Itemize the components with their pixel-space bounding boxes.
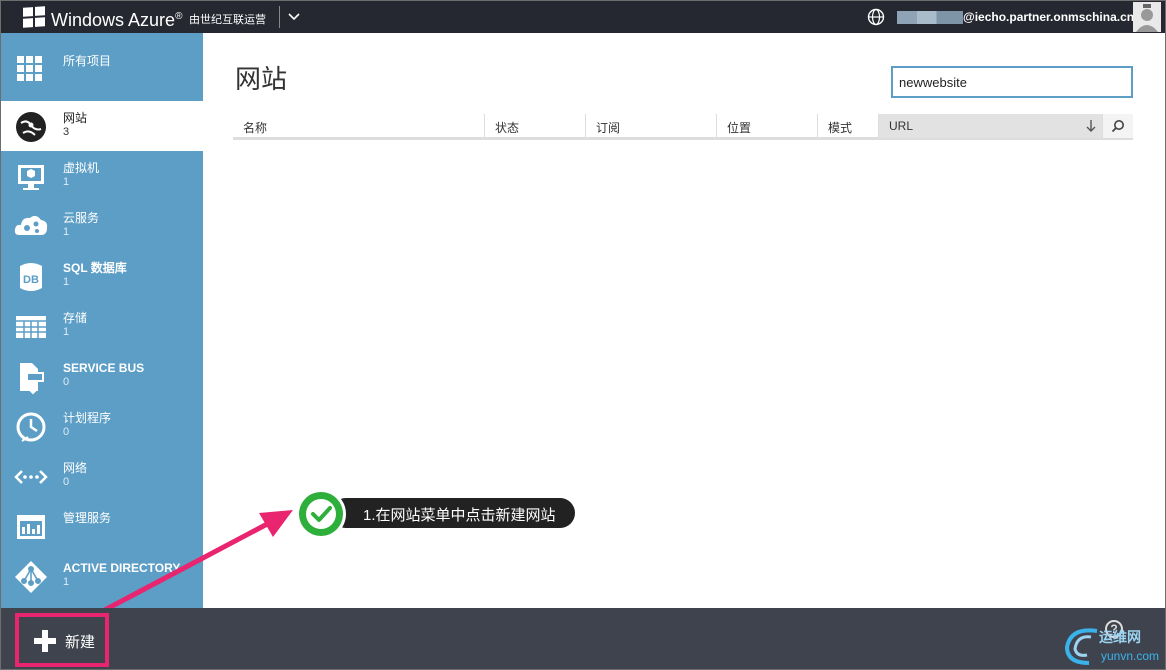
brand-title[interactable]: Windows Azure® — [51, 6, 182, 31]
watermark-title: 运维网 — [1099, 629, 1141, 645]
sidebar-item-virtual-machines[interactable]: 虚拟机 1 — [1, 151, 203, 201]
table-storage-icon — [16, 316, 46, 338]
sidebar-item-label: 存储 — [63, 311, 88, 325]
page-title: 网站 — [235, 64, 288, 94]
column-search-cell[interactable] — [1103, 114, 1133, 138]
network-icon — [14, 470, 48, 484]
sidebar-item-active-directory[interactable]: ACTIVE DIRECTORY 1 — [1, 551, 203, 601]
sidebar-item-count: 1 — [63, 576, 70, 588]
sidebar-item-cloud-services[interactable]: 云服务 1 — [1, 201, 203, 251]
sidebar-item-count: 0 — [63, 476, 70, 488]
sidebar-item-service-bus[interactable]: SERVICE BUS 0 — [1, 351, 203, 401]
sidebar-item-label: SQL 数据库 — [63, 261, 127, 275]
checkmark-icon — [296, 489, 346, 539]
sidebar-item-sql-databases[interactable]: DB SQL 数据库 1 — [1, 251, 203, 301]
search-input[interactable] — [891, 66, 1133, 98]
sort-down-arrow-icon[interactable] — [1086, 119, 1096, 133]
sidebar-item-networks[interactable]: 网络 0 — [1, 451, 203, 501]
sidebar-item-websites[interactable]: 网站 3 — [1, 101, 203, 151]
column-header-subscription[interactable]: 订阅 — [586, 114, 717, 138]
callout-text: 1.在网站菜单中点击新建网站 — [331, 498, 575, 528]
divider — [279, 6, 280, 28]
database-icon: DB — [20, 263, 42, 291]
account-email[interactable]: @iecho.partner.onmschina.cn — [963, 10, 1134, 24]
column-header-location[interactable]: 位置 — [717, 114, 818, 138]
operator-label: 由世纪互联运营 — [189, 14, 266, 26]
azure-portal: Windows Azure® 由世纪互联运营 @iecho.partner.on… — [0, 0, 1166, 670]
sidebar-item-count: 0 — [63, 376, 70, 388]
sidebar-item-count: 3 — [63, 126, 70, 138]
email-redaction — [897, 11, 963, 24]
column-header-name[interactable]: 名称 — [233, 114, 485, 138]
table-header: 名称 状态 订阅 位置 模式 URL — [233, 114, 1133, 140]
grid-icon — [17, 56, 42, 81]
sidebar-item-label: 虚拟机 — [63, 161, 100, 175]
management-icon — [17, 515, 45, 539]
sidebar-item-storage[interactable]: 存储 1 — [1, 301, 203, 351]
avatar[interactable] — [1133, 2, 1161, 32]
new-button[interactable]: 新建 — [15, 613, 109, 667]
plus-icon — [34, 630, 56, 652]
bottom-command-bar: 新建 ? 运维网 yunvn.com — [1, 608, 1165, 669]
sidebar-item-count: 1 — [63, 176, 70, 188]
monitor-icon — [18, 165, 44, 190]
column-header-url[interactable]: URL — [879, 114, 1103, 138]
sidebar-item-all-items[interactable]: 所有项目 — [1, 44, 203, 94]
sidebar-item-count: 1 — [63, 276, 70, 288]
svg-text:DB: DB — [23, 274, 39, 286]
search-icon[interactable] — [1111, 119, 1125, 133]
instruction-callout: 1.在网站菜单中点击新建网站 — [295, 488, 585, 540]
sidebar-item-label: SERVICE BUS — [63, 361, 145, 375]
watermark-swirl-icon — [1064, 628, 1098, 665]
sidebar-item-count: 1 — [63, 226, 70, 238]
service-bus-icon — [20, 363, 44, 395]
sidebar-item-label: 管理服务 — [63, 511, 112, 525]
watermark: 运维网 yunvn.com — [1061, 623, 1165, 669]
sidebar-item-count: 0 — [63, 426, 70, 438]
new-button-label: 新建 — [65, 634, 96, 651]
column-header-status[interactable]: 状态 — [485, 114, 586, 138]
windows-logo-icon — [23, 6, 45, 28]
clock-icon — [16, 412, 46, 442]
sidebar-item-label: 所有项目 — [63, 54, 112, 68]
sidebar-item-label: 网站 — [63, 111, 88, 125]
cloud-gears-icon — [14, 215, 48, 235]
sidebar-item-management-services[interactable]: 管理服务 — [1, 501, 203, 551]
sidebar-item-count: 1 — [63, 326, 70, 338]
sidebar-item-label: ACTIVE DIRECTORY — [63, 561, 181, 575]
watermark-url: yunvn.com — [1101, 649, 1160, 663]
chevron-down-icon[interactable] — [287, 7, 301, 27]
globe-icon[interactable] — [867, 8, 885, 26]
column-header-url-label: URL — [889, 119, 914, 133]
sidebar-item-label: 计划程序 — [63, 411, 112, 425]
sidebar-item-label: 云服务 — [63, 211, 100, 225]
sidebar: 所有项目 网站 3 虚拟机 1 云服务 1 DB SQL 数据库 1 存储 1 … — [1, 33, 203, 608]
globe-web-icon — [16, 112, 46, 142]
sidebar-item-scheduler[interactable]: 计划程序 0 — [1, 401, 203, 451]
directory-icon — [15, 561, 47, 593]
column-header-mode[interactable]: 模式 — [818, 114, 879, 138]
sidebar-item-label: 网络 — [63, 461, 88, 475]
top-bar: Windows Azure® 由世纪互联运营 @iecho.partner.on… — [1, 1, 1165, 33]
